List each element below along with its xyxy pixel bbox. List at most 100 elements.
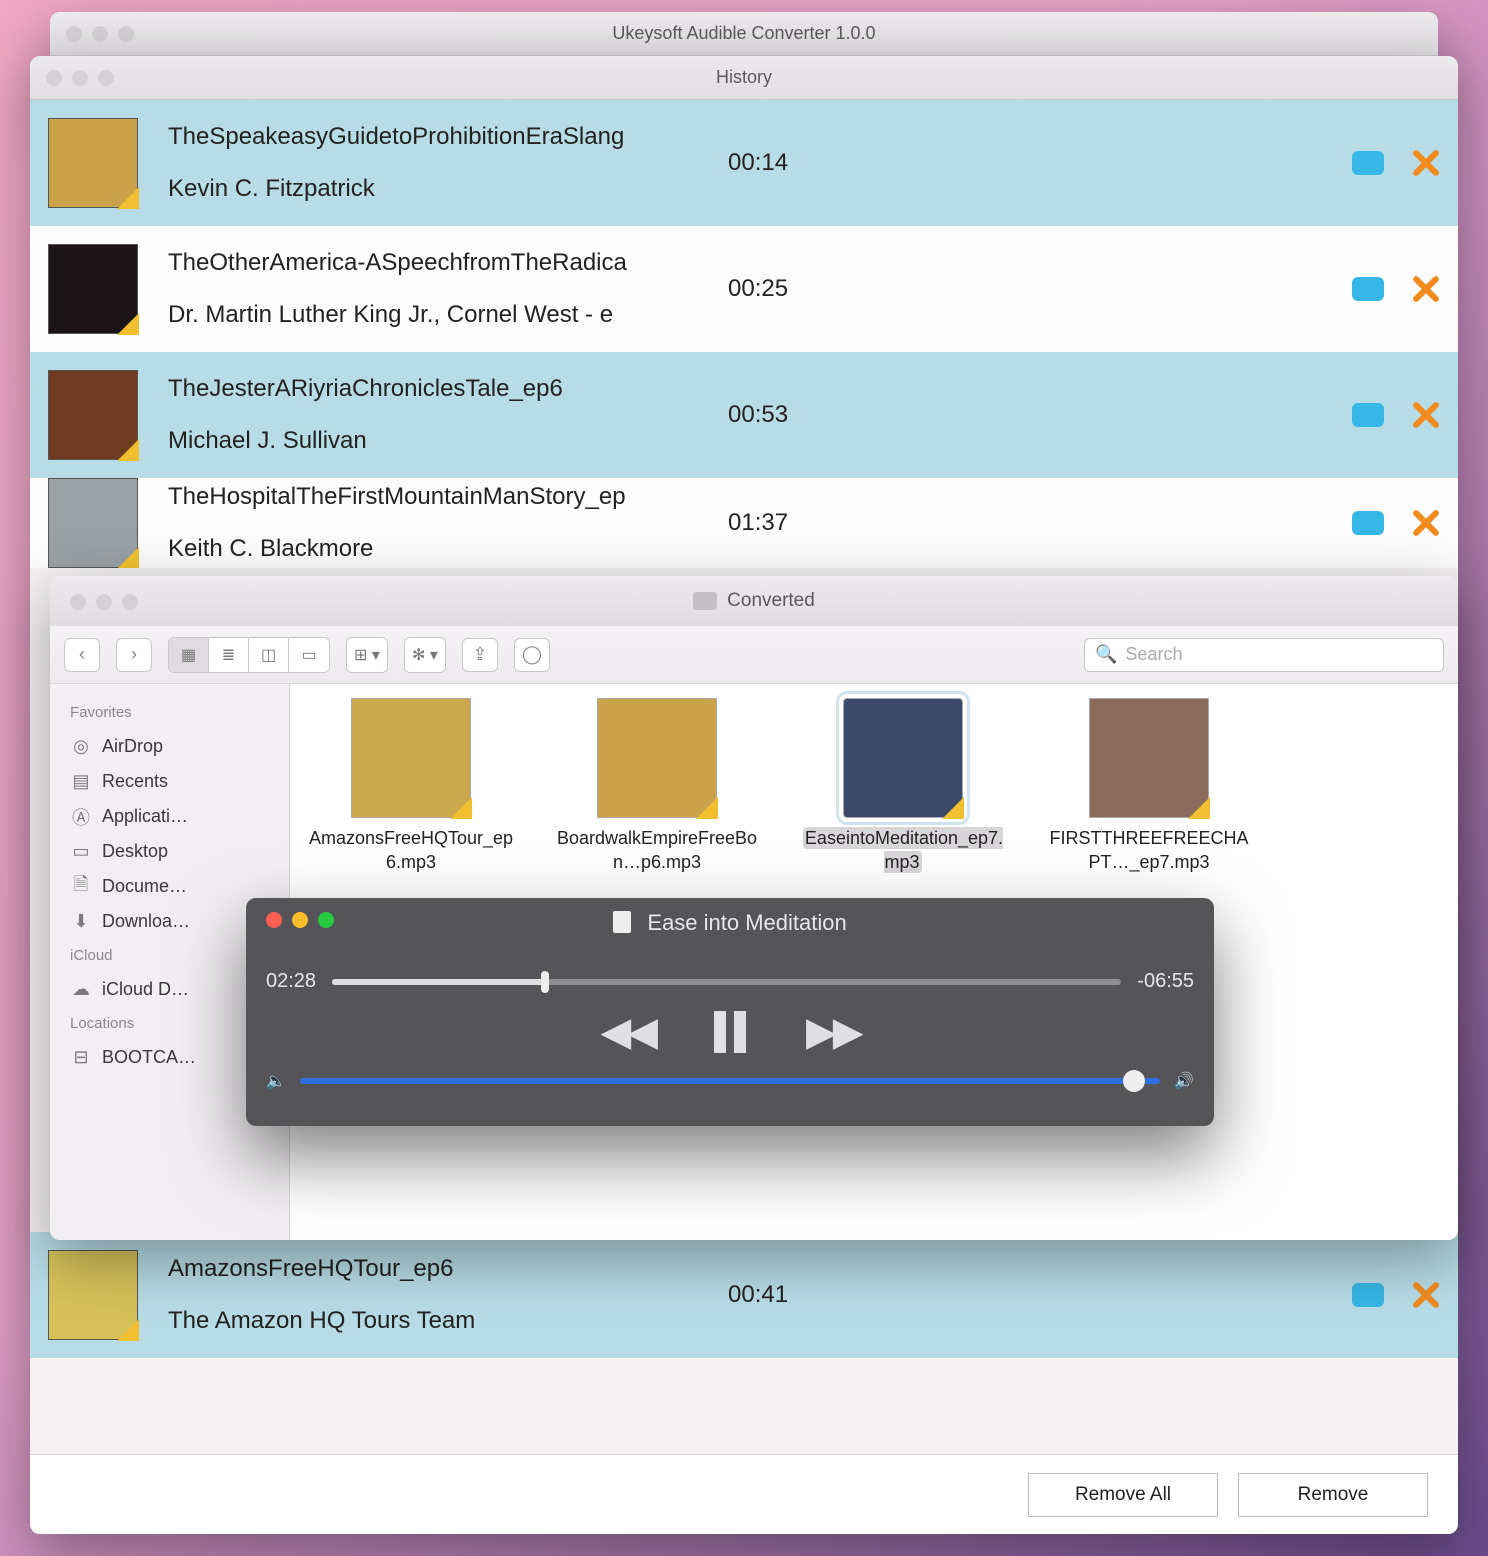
sidebar-item[interactable]: ▤Recents	[50, 764, 289, 799]
seek-track[interactable]	[332, 979, 1121, 985]
delete-icon[interactable]	[1410, 148, 1440, 178]
track-title: TheOtherAmerica-ASpeechfromTheRadica	[168, 249, 708, 277]
icon-view-button[interactable]: ▦	[169, 638, 209, 672]
track-author: Dr. Martin Luther King Jr., Cornel West …	[168, 301, 708, 329]
history-row[interactable]: TheJesterARiyriaChroniclesTale_ep6Michae…	[30, 352, 1458, 478]
track-author: Kevin C. Fitzpatrick	[168, 175, 708, 203]
sidebar-item-label: Recents	[102, 771, 168, 792]
history-row[interactable]: TheOtherAmerica-ASpeechfromTheRadica Dr. …	[30, 226, 1458, 352]
history-row[interactable]: AmazonsFreeHQTour_ep6 The Amazon HQ Tours…	[30, 1232, 1458, 1358]
finder-traffic-lights[interactable]	[70, 594, 138, 610]
sidebar-section-header: Favorites	[50, 696, 289, 729]
arrange-segment[interactable]: ⊞ ▾	[346, 637, 388, 673]
finder-toolbar: ‹ › ▦ ≣ ◫ ▭ ⊞ ▾ ✻ ▾ ⇪ ◯ 🔍 Search	[50, 626, 1458, 684]
cover-art	[48, 244, 138, 334]
player-controls: ◀◀ ▶▶	[266, 1009, 1194, 1055]
file-name: FIRSTTHREEFREECHAPT…_ep7.mp3	[1044, 826, 1254, 874]
nav-back-button[interactable]: ‹	[64, 638, 100, 672]
sidebar-item-icon: ☁	[70, 981, 92, 999]
reveal-folder-icon[interactable]	[1352, 511, 1384, 535]
elapsed-time: 02:28	[266, 970, 316, 993]
cover-art	[48, 370, 138, 460]
sidebar-item-icon: Ⓐ	[70, 808, 92, 826]
sidebar-item-icon: 🗎	[70, 878, 92, 896]
player-title: Ease into Meditation	[647, 910, 846, 935]
column-view-button[interactable]: ◫	[249, 638, 289, 672]
remove-button[interactable]: Remove	[1238, 1473, 1428, 1517]
player-window: Ease into Meditation 02:28 -06:55 ◀◀ ▶▶ …	[246, 898, 1214, 1126]
nav-forward-button[interactable]: ›	[116, 638, 152, 672]
file-thumbnail	[597, 698, 717, 818]
file-item[interactable]: AmazonsFreeHQTour_ep6.mp3	[306, 698, 516, 874]
action-segment[interactable]: ✻ ▾	[404, 637, 446, 673]
finder-titlebar: Converted	[50, 576, 1458, 626]
cover-art	[48, 478, 138, 568]
track-title: TheHospitalTheFirstMountainManStory_ep	[168, 483, 708, 511]
file-name: EaseintoMeditation_ep7.mp3	[798, 826, 1008, 874]
gallery-view-button[interactable]: ▭	[289, 638, 329, 672]
remove-all-button[interactable]: Remove All	[1028, 1473, 1218, 1517]
delete-icon[interactable]	[1410, 508, 1440, 538]
volume-row: 🔈 🔊	[266, 1071, 1194, 1091]
track-duration: 00:14	[728, 149, 808, 177]
history-traffic-lights[interactable]	[46, 70, 114, 86]
file-item[interactable]: FIRSTTHREEFREECHAPT…_ep7.mp3	[1044, 698, 1254, 874]
history-row[interactable]: TheSpeakeasyGuidetoProhibitionEraSlangKe…	[30, 100, 1458, 226]
track-duration: 00:53	[728, 401, 808, 429]
pause-button[interactable]	[714, 1011, 746, 1053]
file-thumbnail	[351, 698, 471, 818]
sidebar-item-icon: ◎	[70, 738, 92, 756]
search-icon: 🔍	[1095, 644, 1117, 665]
track-duration: 01:37	[728, 509, 808, 537]
folder-icon	[693, 592, 717, 610]
track-author: Michael J. Sullivan	[168, 427, 708, 455]
sidebar-item-label: Desktop	[102, 841, 168, 862]
history-row[interactable]: TheHospitalTheFirstMountainManStory_ep Ke…	[30, 478, 1458, 568]
file-item[interactable]: BoardwalkEmpireFreeBon…p6.mp3	[552, 698, 762, 874]
main-title: Ukeysoft Audible Converter 1.0.0	[612, 23, 875, 44]
file-thumbnail	[843, 698, 963, 818]
group-by-button[interactable]: ⊞ ▾	[347, 638, 387, 672]
player-timeline: 02:28 -06:55	[266, 970, 1194, 993]
share-button[interactable]: ⇪	[462, 638, 498, 672]
file-item[interactable]: EaseintoMeditation_ep7.mp3	[798, 698, 1008, 874]
delete-icon[interactable]	[1410, 1280, 1440, 1310]
sidebar-item[interactable]: ▭ Desktop	[50, 834, 289, 869]
reveal-folder-icon[interactable]	[1352, 277, 1384, 301]
sidebar-item-icon: ⊟	[70, 1049, 92, 1067]
sidebar-item-label: Docume…	[102, 876, 187, 897]
sidebar-item[interactable]: Ⓐ Applicati…	[50, 799, 289, 834]
list-view-button[interactable]: ≣	[209, 638, 249, 672]
file-name: BoardwalkEmpireFreeBon…p6.mp3	[552, 826, 762, 874]
action-menu-button[interactable]: ✻ ▾	[405, 638, 445, 672]
sidebar-item-label: Applicati…	[102, 806, 188, 827]
sidebar-item-label: Downloa…	[102, 911, 190, 932]
volume-track[interactable]	[300, 1078, 1160, 1084]
finder-search[interactable]: 🔍 Search	[1084, 638, 1444, 672]
delete-icon[interactable]	[1410, 400, 1440, 430]
reveal-folder-icon[interactable]	[1352, 151, 1384, 175]
finder-title: Converted	[727, 590, 815, 612]
sidebar-item-icon: ▭	[70, 843, 92, 861]
history-title: History	[716, 67, 772, 88]
main-traffic-lights[interactable]	[66, 26, 134, 42]
rewind-button[interactable]: ◀◀	[600, 1009, 654, 1055]
delete-icon[interactable]	[1410, 274, 1440, 304]
track-duration: 00:25	[728, 275, 808, 303]
sidebar-item[interactable]: ◎AirDrop	[50, 729, 289, 764]
track-author: Keith C. Blackmore	[168, 535, 708, 563]
cover-art	[48, 1250, 138, 1340]
reveal-folder-icon[interactable]	[1352, 403, 1384, 427]
reveal-folder-icon[interactable]	[1352, 1283, 1384, 1307]
file-name: AmazonsFreeHQTour_ep6.mp3	[306, 826, 516, 874]
track-author: The Amazon HQ Tours Team	[168, 1307, 708, 1335]
history-footer: Remove All Remove	[30, 1454, 1458, 1534]
history-titlebar: History	[30, 56, 1458, 100]
track-title: AmazonsFreeHQTour_ep6	[168, 1255, 708, 1283]
main-titlebar: Ukeysoft Audible Converter 1.0.0	[50, 12, 1438, 56]
document-icon	[613, 911, 631, 933]
view-mode-segment[interactable]: ▦ ≣ ◫ ▭	[168, 637, 330, 673]
forward-button[interactable]: ▶▶	[806, 1009, 860, 1055]
tags-button[interactable]: ◯	[514, 638, 550, 672]
search-placeholder: Search	[1125, 644, 1182, 665]
